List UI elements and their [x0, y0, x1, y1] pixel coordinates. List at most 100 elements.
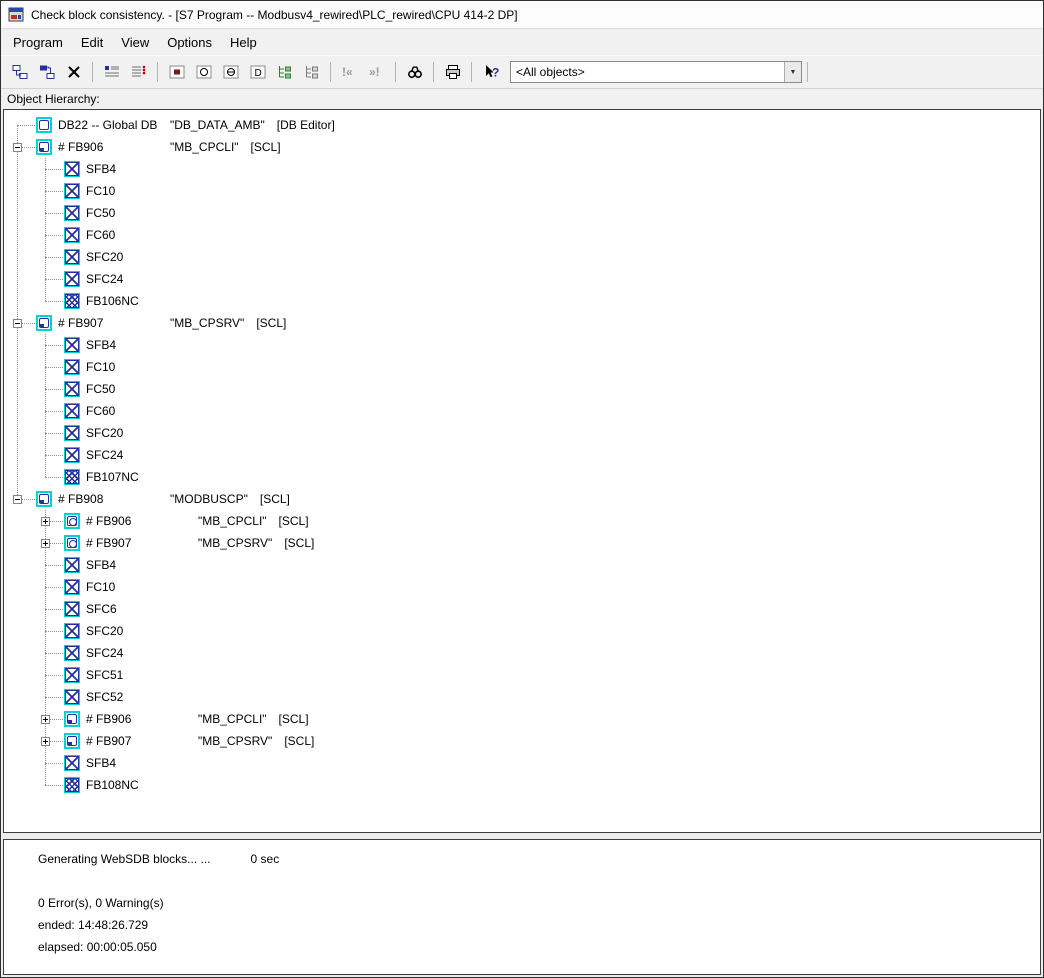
tree-item-sfc20[interactable]: SFC20 [4, 246, 1040, 268]
block-name: "MB_CPSRV" [170, 316, 256, 330]
tree-item-sfb4[interactable]: SFB4 [4, 334, 1040, 356]
tree-item-fb107nc[interactable]: FB107NC [4, 466, 1040, 488]
expand-icon[interactable] [41, 539, 50, 548]
tree-item-sfc20[interactable]: SFC20 [4, 422, 1040, 444]
view-document-button[interactable]: D [245, 60, 270, 84]
tree-item-fc10[interactable]: FC10 [4, 576, 1040, 598]
tree-item-fc60[interactable]: FC60 [4, 400, 1040, 422]
tree-item-sfb4[interactable]: SFB4 [4, 752, 1040, 774]
tree-item-fc50[interactable]: FC50 [4, 378, 1040, 400]
tree-item-sfc6[interactable]: SFC6 [4, 598, 1040, 620]
crossed-block-icon [64, 425, 80, 441]
expand-tree-button[interactable] [272, 60, 297, 84]
tree-item-fb906[interactable]: # FB906"MB_CPCLI"[SCL] [4, 708, 1040, 730]
object-list-button[interactable] [99, 60, 124, 84]
view-timestamps-button[interactable] [218, 60, 243, 84]
help-cursor-button[interactable]: ? [478, 60, 503, 84]
object-filter-combobox[interactable]: <All objects>▼ [510, 61, 802, 83]
tree-item-text: FC50 [86, 202, 198, 224]
tree-item-sfc24[interactable]: SFC24 [4, 642, 1040, 664]
menu-edit[interactable]: Edit [72, 31, 112, 54]
cancel-button[interactable] [61, 60, 86, 84]
tree-item-sfc51[interactable]: SFC51 [4, 664, 1040, 686]
block-id: # FB908 [58, 492, 170, 506]
tree-item-fc10[interactable]: FC10 [4, 356, 1040, 378]
tree-item-text: SFC6 [86, 598, 198, 620]
combo-arrow-icon[interactable]: ▼ [784, 62, 801, 82]
compile-stop-button[interactable] [164, 60, 189, 84]
tree-item-fb907[interactable]: # FB907"MB_CPSRV"[SCL] [4, 730, 1040, 752]
expand-icon[interactable] [41, 517, 50, 526]
expand-icon[interactable] [41, 715, 50, 724]
crossed-block-icon [64, 183, 80, 199]
title-bar[interactable]: Check block consistency. - [S7 Program -… [1, 1, 1043, 29]
block-id: SFB4 [86, 558, 198, 572]
collapse-icon[interactable] [13, 495, 22, 504]
check-consistency-button[interactable] [34, 60, 59, 84]
toolbar-separator [395, 62, 396, 82]
compile-stop-icon [169, 64, 185, 80]
tree-item-sfc52[interactable]: SFC52 [4, 686, 1040, 708]
tree-item-fb906[interactable]: # FB906"MB_CPCLI"[SCL] [4, 136, 1040, 158]
tree-item-fb108nc[interactable]: FB108NC [4, 774, 1040, 796]
object-hierarchy-tree[interactable]: DB22 -- Global DB"DB_DATA_AMB"[DB Editor… [3, 109, 1041, 833]
fb-block-icon [36, 139, 52, 155]
fb-block-icon [64, 711, 80, 727]
block-id: SFC24 [86, 272, 198, 286]
tree-item-sfc24[interactable]: SFC24 [4, 268, 1040, 290]
object-list-icon [104, 64, 120, 80]
tree-item-sfb4[interactable]: SFB4 [4, 554, 1040, 576]
block-id: SFB4 [86, 756, 198, 770]
next-error-icon: »! [369, 64, 385, 80]
expand-icon[interactable] [41, 737, 50, 746]
collapse-tree-button[interactable] [299, 60, 324, 84]
tree-item-text: SFC20 [86, 422, 198, 444]
tree-item-text: FB107NC [86, 466, 198, 488]
hierarchy-label: Object Hierarchy: [7, 92, 100, 106]
menu-program[interactable]: Program [4, 31, 72, 54]
block-id: FB106NC [86, 294, 198, 308]
tree-item-db22globaldb[interactable]: DB22 -- Global DB"DB_DATA_AMB"[DB Editor… [4, 114, 1040, 136]
block-id: # FB906 [86, 514, 198, 528]
svg-text:?: ? [492, 66, 499, 80]
menu-options[interactable]: Options [158, 31, 221, 54]
tree-item-text: FB106NC [86, 290, 198, 312]
tree-item-fb906[interactable]: # FB906"MB_CPCLI"[SCL] [4, 510, 1040, 532]
menu-bar: ProgramEditViewOptionsHelp [1, 29, 1043, 55]
tree-item-sfc24[interactable]: SFC24 [4, 444, 1040, 466]
find-button[interactable] [402, 60, 427, 84]
object-properties-button[interactable] [126, 60, 151, 84]
output-pane[interactable]: Generating WebSDB blocks... ... 0 sec 0 … [3, 839, 1041, 975]
block-name: "MB_CPSRV" [198, 734, 284, 748]
block-id: FC60 [86, 404, 198, 418]
object-properties-icon [131, 64, 147, 80]
menu-view[interactable]: View [112, 31, 158, 54]
tree-item-fb907[interactable]: # FB907"MB_CPSRV"[SCL] [4, 312, 1040, 334]
tree-item-fc50[interactable]: FC50 [4, 202, 1040, 224]
block-id: FB107NC [86, 470, 198, 484]
tree-item-text: SFB4 [86, 554, 198, 576]
next-error-button[interactable]: »! [364, 60, 389, 84]
print-button[interactable] [440, 60, 465, 84]
view-objects-button[interactable] [191, 60, 216, 84]
block-name: "MB_CPCLI" [198, 514, 279, 528]
crossed-block-icon [64, 337, 80, 353]
block-language: [SCL] [279, 514, 309, 528]
update-call-structure-button[interactable] [7, 60, 32, 84]
previous-error-button[interactable]: !« [337, 60, 362, 84]
tree-item-sfc20[interactable]: SFC20 [4, 620, 1040, 642]
tree-item-sfb4[interactable]: SFB4 [4, 158, 1040, 180]
collapse-icon[interactable] [13, 143, 22, 152]
tree-item-fc60[interactable]: FC60 [4, 224, 1040, 246]
tree-item-fb908[interactable]: # FB908"MODBUSCP"[SCL] [4, 488, 1040, 510]
toolbar-separator [433, 62, 434, 82]
menu-help[interactable]: Help [221, 31, 266, 54]
tree-item-fb106nc[interactable]: FB106NC [4, 290, 1040, 312]
tree-item-text: FC10 [86, 180, 198, 202]
tree-item-text: SFC24 [86, 444, 198, 466]
tree-item-fc10[interactable]: FC10 [4, 180, 1040, 202]
collapse-icon[interactable] [13, 319, 22, 328]
block-language: [SCL] [260, 492, 290, 506]
tree-item-text: # FB906"MB_CPCLI"[SCL] [58, 136, 281, 158]
tree-item-fb907[interactable]: # FB907"MB_CPSRV"[SCL] [4, 532, 1040, 554]
